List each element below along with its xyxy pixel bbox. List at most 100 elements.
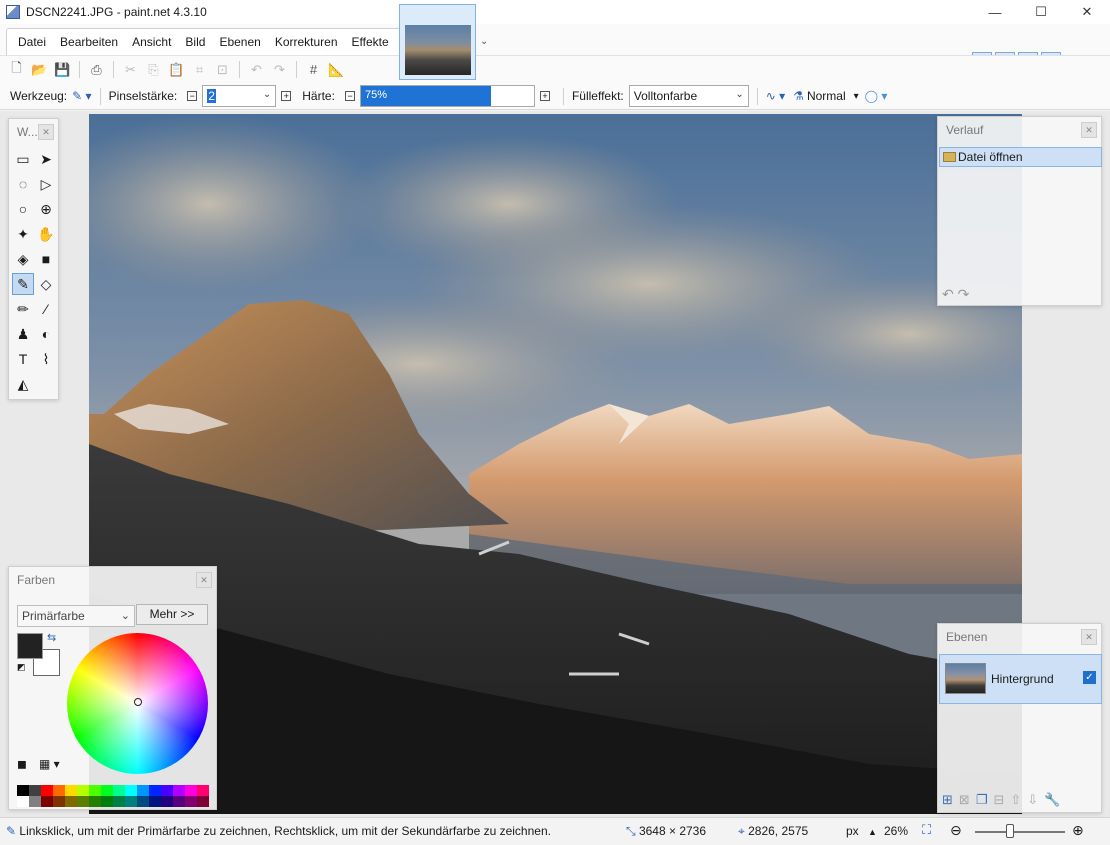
menu-item-korrekturen[interactable]: Korrekturen — [268, 29, 345, 55]
palette-swatch[interactable] — [197, 796, 209, 807]
layer-row[interactable]: Hintergrund ✓ — [939, 654, 1102, 704]
brush-size-increase-button[interactable]: + — [281, 91, 291, 101]
palette-swatch[interactable] — [125, 785, 137, 796]
close-icon[interactable]: ✕ — [1081, 122, 1097, 138]
color-mode-select[interactable]: Primärfarbe ⌄ — [17, 605, 135, 627]
palette-swatch[interactable] — [185, 785, 197, 796]
brush-size-value[interactable]: 2 — [207, 89, 216, 103]
palette-swatch[interactable] — [185, 796, 197, 807]
move-layer-up-icon[interactable]: ⇧ — [1010, 792, 1021, 808]
menu-item-ebenen[interactable]: Ebenen — [212, 29, 267, 55]
move-layer-down-icon[interactable]: ⇩ — [1027, 792, 1038, 808]
redo-icon[interactable]: ↷ — [271, 61, 288, 78]
cut-icon[interactable]: ✂ — [122, 61, 139, 78]
grid-icon[interactable]: # — [305, 61, 322, 78]
move-selection-tool-icon[interactable]: ➤ — [35, 148, 57, 170]
magic-wand-tool-icon[interactable]: ✦ — [12, 223, 34, 245]
blend-mode-value[interactable]: Normal — [807, 89, 846, 103]
palette-swatch[interactable] — [125, 796, 137, 807]
menu-item-bearbeiten[interactable]: Bearbeiten — [53, 29, 125, 55]
delete-layer-icon[interactable]: ⊠ — [959, 792, 970, 808]
palette-swatch[interactable] — [113, 796, 125, 807]
menu-item-effekte[interactable]: Effekte — [345, 29, 396, 55]
duplicate-layer-icon[interactable]: ❐ — [976, 792, 988, 808]
palette-swatch[interactable] — [161, 796, 173, 807]
copy-icon[interactable]: ⎘ — [145, 61, 162, 78]
palette-swatch[interactable] — [17, 785, 29, 796]
palette-swatch[interactable] — [77, 785, 89, 796]
new-file-icon[interactable]: 🗋 — [8, 61, 25, 78]
zoom-tool-icon[interactable]: ⊕ — [35, 198, 57, 220]
paint-bucket-tool-icon[interactable]: ◈ — [12, 248, 34, 270]
canvas-image[interactable] — [89, 114, 1022, 814]
palette-swatch[interactable] — [53, 796, 65, 807]
color-wheel-selector[interactable] — [134, 698, 142, 706]
fill-mode-select[interactable]: Volltonfarbe ⌄ — [629, 85, 749, 107]
menu-item-bild[interactable]: Bild — [178, 29, 212, 55]
brush-size-combo[interactable]: 2 ⌄ — [202, 85, 276, 107]
hardness-increase-button[interactable]: + — [540, 91, 550, 101]
paste-icon[interactable]: 📋 — [168, 61, 185, 78]
zoom-out-icon[interactable]: ⊖ — [950, 822, 962, 839]
history-panel-title[interactable]: Verlauf — [938, 117, 1101, 143]
rulers-icon[interactable]: 📐 — [328, 61, 345, 78]
palette-swatch[interactable] — [41, 785, 53, 796]
clone-stamp-tool-icon[interactable]: ♟ — [12, 323, 34, 345]
move-selection-outline-tool-icon[interactable]: ▷ — [35, 173, 57, 195]
lasso-select-tool-icon[interactable]: ◌ — [12, 173, 34, 195]
shapes-tool-icon[interactable]: ◭ — [12, 373, 34, 395]
current-tool-paintbrush-icon[interactable]: ✎ ▾ — [72, 89, 91, 103]
palette-swatch[interactable] — [101, 785, 113, 796]
zoom-to-window-icon[interactable]: ⛶ — [922, 822, 931, 838]
add-layer-icon[interactable]: ⊞ — [942, 792, 953, 808]
layers-panel-title[interactable]: Ebenen — [938, 624, 1101, 650]
chevron-up-icon[interactable]: ▲ — [868, 827, 877, 837]
color-picker-tool-icon[interactable]: ⁄ — [35, 298, 57, 320]
palette-swatch[interactable] — [53, 785, 65, 796]
open-file-icon[interactable]: 📂 — [31, 61, 48, 78]
unit-select[interactable]: px ▲ — [846, 824, 877, 838]
palette-swatch[interactable] — [29, 796, 41, 807]
hardness-slider[interactable]: 75% — [360, 85, 535, 107]
pan-tool-icon[interactable]: ✋ — [35, 223, 57, 245]
palette-menu-icon[interactable]: ▦ ▾ — [39, 757, 60, 771]
colors-panel-title[interactable]: Farben — [9, 567, 216, 593]
add-to-palette-icon[interactable]: ◼ — [17, 757, 27, 771]
merge-layer-down-icon[interactable]: ⊟ — [993, 792, 1004, 808]
palette-swatch[interactable] — [149, 796, 161, 807]
chevron-down-icon[interactable]: ⌄ — [263, 89, 271, 100]
swap-colors-icon[interactable]: ⇆ — [47, 631, 56, 644]
palette-swatch[interactable] — [65, 796, 77, 807]
palette-swatch[interactable] — [77, 796, 89, 807]
recolor-tool-icon[interactable]: ◐ — [35, 323, 57, 345]
document-thumbnail-tab[interactable] — [399, 4, 476, 80]
undo-icon[interactable]: ↶ — [942, 286, 954, 302]
zoom-in-icon[interactable]: ⊕ — [1072, 822, 1084, 839]
palette-swatch[interactable] — [29, 785, 41, 796]
close-icon[interactable]: ✕ — [1081, 629, 1097, 645]
palette-swatch[interactable] — [197, 785, 209, 796]
close-button[interactable]: ✕ — [1064, 0, 1110, 24]
palette-swatch[interactable] — [173, 785, 185, 796]
layer-visibility-checkbox[interactable]: ✓ — [1083, 671, 1096, 684]
minimize-button[interactable]: — — [972, 0, 1018, 24]
print-icon[interactable]: ⎙ — [88, 61, 105, 78]
layer-properties-wrench-icon[interactable]: 🔧 — [1044, 792, 1060, 808]
crop-to-selection-icon[interactable]: ⌗ — [191, 61, 208, 78]
document-list-chevron-down-icon[interactable]: ⌄ — [480, 36, 488, 47]
palette-swatch[interactable] — [65, 785, 77, 796]
hardness-decrease-button[interactable]: − — [345, 91, 355, 101]
color-wheel[interactable] — [67, 633, 208, 774]
zoom-level[interactable]: 26% — [884, 824, 908, 838]
zoom-slider-thumb[interactable] — [1006, 824, 1014, 838]
antialiasing-icon[interactable]: ∿ ▾ — [766, 89, 785, 103]
selection-clipping-icon[interactable]: ◯ ▾ — [865, 89, 888, 103]
palette-swatch[interactable] — [89, 796, 101, 807]
paintbrush-tool-icon[interactable]: ✎ — [12, 273, 34, 295]
zoom-slider[interactable] — [975, 831, 1065, 833]
line-curve-tool-icon[interactable]: ⌇ — [35, 348, 57, 370]
save-file-icon[interactable]: 💾 — [54, 61, 71, 78]
undo-icon[interactable]: ↶ — [248, 61, 265, 78]
ellipse-select-tool-icon[interactable]: ○ — [12, 198, 34, 220]
menu-item-ansicht[interactable]: Ansicht — [125, 29, 178, 55]
